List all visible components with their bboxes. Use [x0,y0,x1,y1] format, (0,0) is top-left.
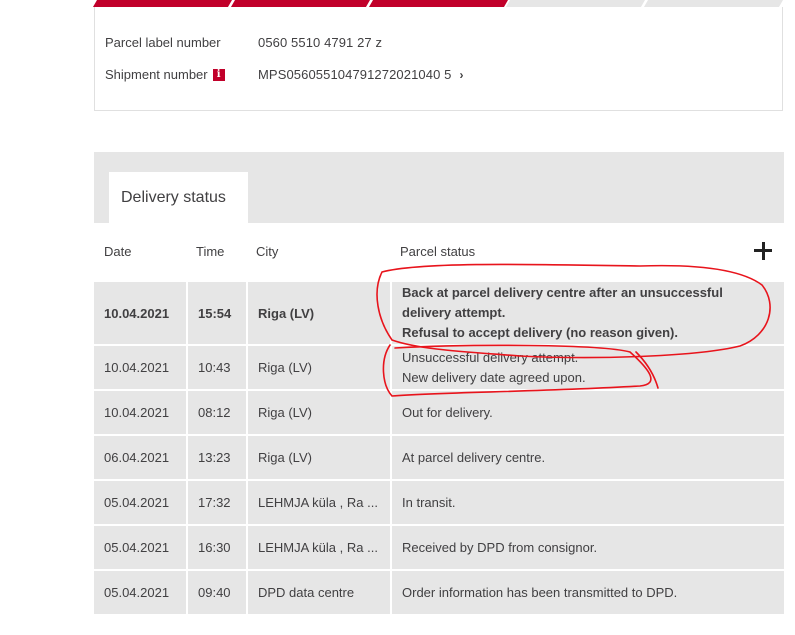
row-date: 05.04.2021 [104,540,170,555]
row-status: Unsuccessful delivery attempt. New delive… [390,346,784,389]
row-city: LEHMJA küla , Ra ... [246,526,390,569]
table-row: 10.04.2021 08:12 Riga (LV) Out for delivery… [94,389,784,434]
row-status-lines: Received by DPD from consignor. [402,538,597,558]
chevron-right-icon[interactable]: › [459,68,463,82]
row-status-lines: Order information has been transmitted t… [402,583,677,603]
row-date: 10.04.2021 [104,405,170,420]
shipment-number-value[interactable]: MPS056055104791272021040 5 [258,67,451,82]
table-row: 05.04.2021 16:30 LEHMJA küla , Ra ... Recei… [94,524,784,569]
row-time: 15:54 [186,282,246,344]
shipment-number-label-wrap: Shipment number i [105,67,258,82]
row-status-line: delivery attempt. [402,305,506,320]
progress-segment [230,0,370,7]
parcel-info-box: Parcel label number 0560 5510 4791 27 z … [94,7,783,111]
row-time: 10:43 [186,346,246,389]
row-date: 05.04.2021 [104,585,170,600]
progress-segment [92,0,232,7]
row-status-lines: Out for delivery. [402,403,493,423]
row-status-line: In transit. [402,494,456,510]
progress-segment [644,0,784,7]
delivery-status-table: Date Time City Parcel status 10.04.2021 1… [94,223,784,614]
plus-icon[interactable] [754,242,772,260]
row-status-line: New delivery date agreed upon. [402,369,586,385]
progress-segment [506,0,646,7]
parcel-label-row: Parcel label number 0560 5510 4791 27 z [105,35,382,50]
row-city: Riga (LV) [246,282,390,344]
row-status: In transit. [390,481,784,524]
progress-segment [368,0,508,7]
tracking-progress-bar [92,0,784,7]
column-header-status: Parcel status [400,243,476,259]
row-city: LEHMJA küla , Ra ... [246,481,390,524]
table-row: 10.04.2021 10:43 Riga (LV) Unsuccessful del… [94,344,784,389]
table-row: 05.04.2021 09:40 DPD data centre Order info… [94,569,784,614]
row-status-lines: Unsuccessful delivery attempt. New delive… [402,348,586,388]
row-status: Received by DPD from consignor. [390,526,784,569]
row-status-line: Received by DPD from consignor. [402,539,598,555]
row-status-lines: Back at parcel delivery centre after an … [402,283,723,343]
shipment-number-label: Shipment number [105,67,208,82]
row-city: DPD data centre [246,571,390,614]
row-time: 08:12 [186,391,246,434]
table-body: 10.04.2021 15:54 Riga (LV) Back at parcel d… [94,280,784,614]
row-status-line: Refusal to accept delivery (no reason gi… [402,325,678,340]
delivery-status-panel: Delivery status Date Time City Parcel st… [94,152,784,614]
shipment-number-row: Shipment number i MPS0560551047912720210… [105,67,463,82]
row-city: Riga (LV) [246,346,390,389]
row-date: 06.04.2021 [104,450,170,465]
row-city: Riga (LV) [246,391,390,434]
row-status-line: Out for delivery. [402,404,493,420]
row-city: Riga (LV) [246,436,390,479]
row-date: 05.04.2021 [104,495,170,510]
table-row: 10.04.2021 15:54 Riga (LV) Back at parcel d… [94,280,784,344]
parcel-label-number-label: Parcel label number [105,35,221,50]
table-row: 05.04.2021 17:32 LEHMJA küla , Ra ... In tr… [94,479,784,524]
row-status: Back at parcel delivery centre after an … [390,282,784,344]
row-status-line: Unsuccessful delivery attempt. [402,349,579,365]
column-header-date: Date [104,244,132,259]
row-time: 13:23 [186,436,246,479]
row-status-lines: In transit. [402,493,455,513]
row-time: 09:40 [186,571,246,614]
row-status: Out for delivery. [390,391,784,434]
row-date: 10.04.2021 [104,360,170,375]
row-status: Order information has been transmitted t… [390,571,784,614]
table-header: Date Time City Parcel status [94,223,784,280]
tab-delivery-status[interactable]: Delivery status [109,172,248,223]
column-header-time: Time [196,244,225,259]
row-time: 17:32 [186,481,246,524]
row-status-line: Order information has been transmitted t… [402,584,678,600]
row-status-line: Back at parcel delivery centre after an … [402,285,723,300]
row-date: 10.04.2021 [104,305,170,321]
info-icon[interactable]: i [212,68,225,81]
column-header-city: City [256,244,279,259]
row-status: At parcel delivery centre. [390,436,784,479]
parcel-label-number-value: 0560 5510 4791 27 z [258,35,383,50]
row-time: 16:30 [186,526,246,569]
row-status-lines: At parcel delivery centre. [402,448,545,468]
table-row: 06.04.2021 13:23 Riga (LV) At parcel delive… [94,434,784,479]
row-status-line: At parcel delivery centre. [402,449,546,465]
